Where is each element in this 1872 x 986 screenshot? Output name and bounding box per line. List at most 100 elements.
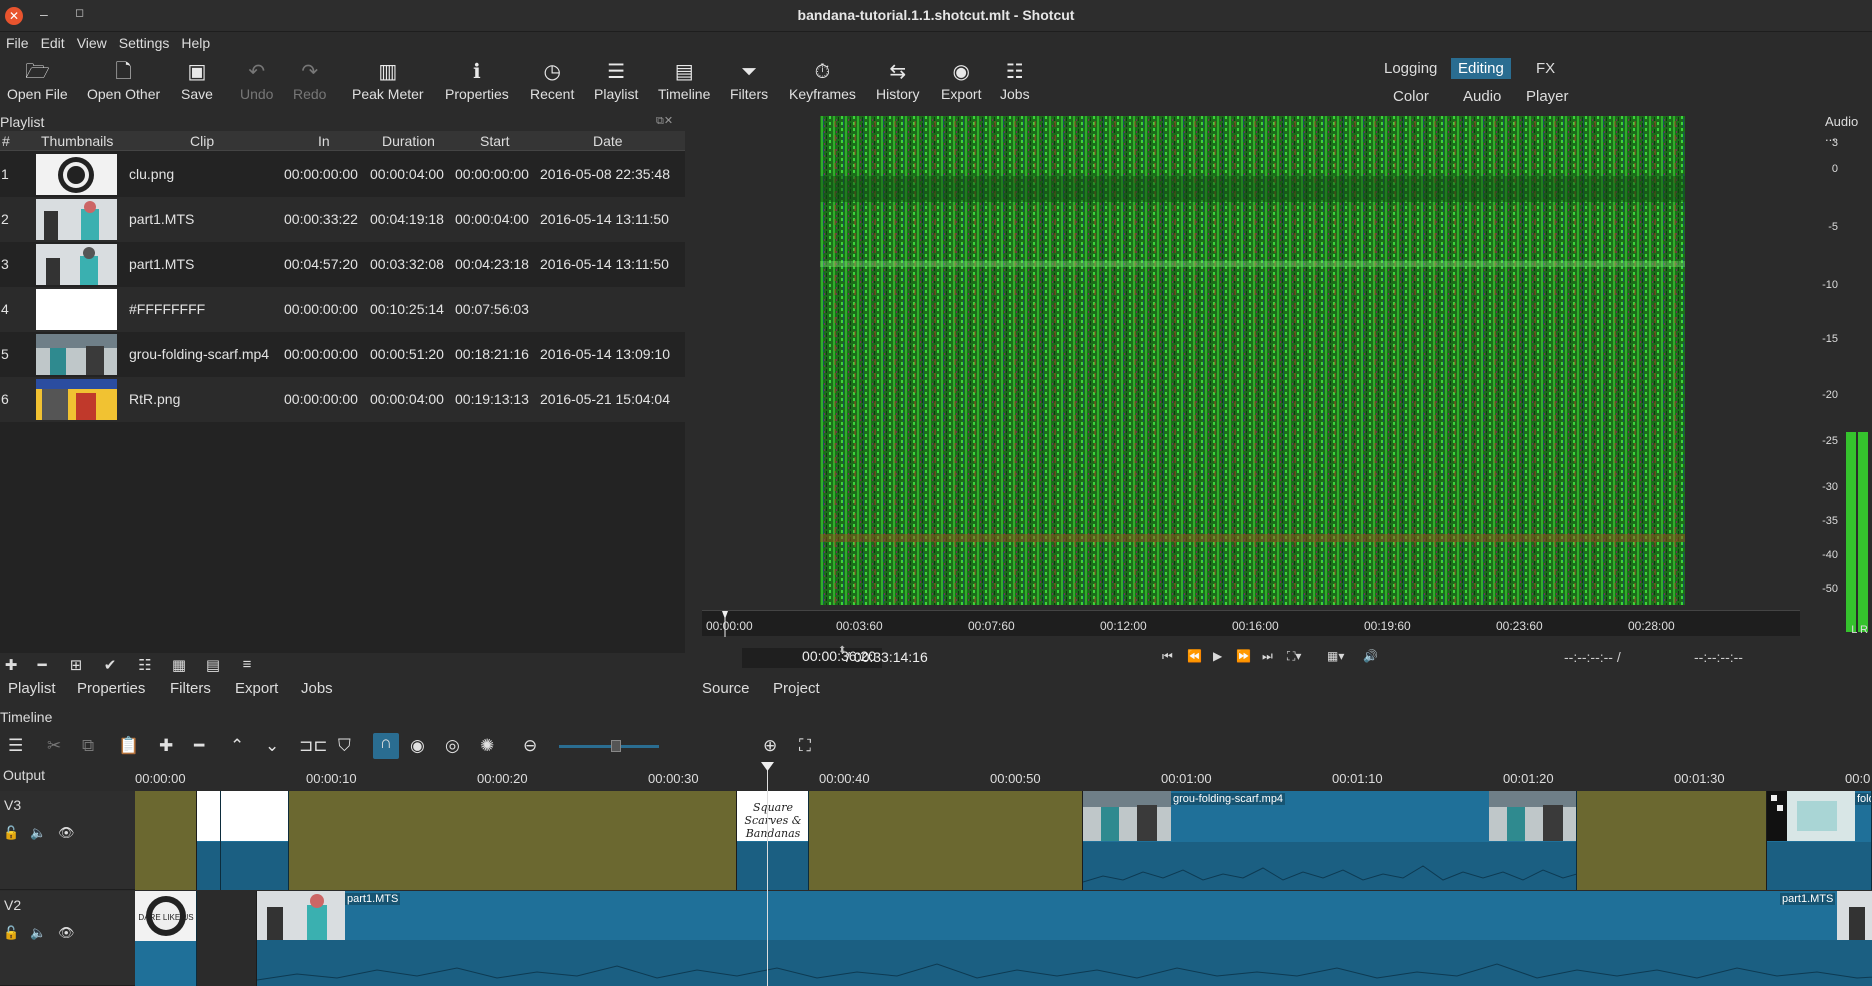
eye-icon[interactable]: 👁 (58, 825, 75, 841)
peak-meter-button[interactable]: ▥ Peak Meter (352, 60, 424, 102)
blank-region[interactable] (197, 891, 257, 986)
update-icon[interactable]: ⊞ (65, 656, 87, 676)
icons-view-icon[interactable]: ▤ (202, 656, 224, 676)
redo-button[interactable]: ↷ Redo (293, 60, 326, 102)
zoom-in-icon[interactable]: ⊕ (763, 736, 777, 756)
zoom-out-icon[interactable]: ⊖ (523, 736, 537, 756)
copy-icon[interactable]: ⧉ (82, 736, 94, 756)
col-in[interactable]: In (318, 133, 330, 149)
open-other-button[interactable]: 🗋 Open Other (87, 60, 160, 102)
playlist-row[interactable]: 4 #FFFFFFFF 00:00:00:00 00:10:25:14 00:0… (0, 287, 685, 332)
rewind-icon[interactable]: ⏪ (1187, 649, 1202, 663)
zoom-fit-icon[interactable]: ⛶▾ (1287, 649, 1301, 664)
scrub-eye-icon[interactable]: ◉ (410, 736, 425, 756)
layout-editing[interactable]: Editing (1451, 58, 1511, 79)
timeline-clip[interactable]: DARE LIKE US (135, 891, 197, 986)
snap-magnet-icon[interactable]: ∩ (373, 733, 399, 759)
grid-icon[interactable]: ▦▾ (1327, 649, 1344, 663)
play-icon[interactable]: ▶ (1213, 649, 1222, 663)
menu-help[interactable]: Help (175, 32, 216, 56)
blank-region[interactable] (289, 791, 737, 890)
playhead[interactable] (767, 763, 768, 986)
history-button[interactable]: ⇆ History (876, 60, 920, 102)
playlist-button[interactable]: ☰ Playlist (594, 60, 638, 102)
lock-icon[interactable]: 🔓 (3, 925, 19, 941)
timeline-clip[interactable]: Square Scarves & Bandanas (737, 791, 809, 890)
ripple-delete-icon[interactable]: ━ (194, 736, 204, 756)
undo-button[interactable]: ↶ Undo (240, 60, 273, 102)
menu-icon[interactable]: ≡ (236, 656, 258, 676)
playlist-row[interactable]: 1 clu.png 00:00:00:00 00:00:04:00 00:00:… (0, 152, 685, 197)
menu-edit[interactable]: Edit (35, 32, 71, 56)
details-view-icon[interactable]: ☷ (134, 656, 156, 676)
playlist-row[interactable]: 6 RtR.png 00:00:00:00 00:00:04:00 00:19:… (0, 377, 685, 422)
overwrite-icon[interactable]: ⌄ (265, 736, 279, 756)
layout-player[interactable]: Player (1526, 88, 1569, 105)
timeline-clip[interactable]: part1.MTS part1.MTS (257, 891, 1872, 986)
zoom-fit-timeline-icon[interactable]: ⛶ (799, 736, 811, 756)
blank-region[interactable] (809, 791, 1083, 890)
lift-icon[interactable]: ⌃ (230, 736, 244, 756)
mute-icon[interactable]: 🔈 (30, 925, 46, 941)
remove-icon[interactable]: ━ (31, 656, 53, 676)
save-button[interactable]: ▣ Save (181, 60, 213, 102)
tab-project[interactable]: Project (773, 680, 820, 697)
timeline-clip[interactable] (221, 791, 289, 890)
menu-view[interactable]: View (71, 32, 113, 56)
tab-jobs[interactable]: Jobs (301, 680, 333, 697)
timeline-button[interactable]: ▤ Timeline (658, 60, 710, 102)
layout-fx[interactable]: FX (1536, 60, 1555, 77)
lock-icon[interactable]: 🔓 (3, 825, 19, 841)
mute-icon[interactable]: 🔈 (30, 825, 46, 841)
keyframes-button[interactable]: ⏱ Keyframes (789, 60, 856, 102)
blank-region[interactable] (135, 791, 197, 890)
eye-icon[interactable]: 👁 (58, 925, 75, 941)
col-clip[interactable]: Clip (190, 133, 214, 149)
timeline-menu-icon[interactable]: ☰ (8, 736, 23, 756)
menu-settings[interactable]: Settings (113, 32, 176, 56)
tab-filters[interactable]: Filters (170, 680, 211, 697)
check-icon[interactable]: ✔ (99, 656, 121, 676)
filters-button[interactable]: ⏷ Filters (730, 60, 768, 102)
volume-icon[interactable]: 🔊 (1363, 649, 1378, 663)
track-lane-v2[interactable]: DARE LIKE US part1.MTS part1.MTS (135, 891, 1872, 986)
col-thumbnails[interactable]: Thumbnails (41, 133, 113, 149)
fast-forward-icon[interactable]: ⏩ (1236, 649, 1251, 663)
col-duration[interactable]: Duration (382, 133, 435, 149)
blank-region[interactable] (1577, 791, 1767, 890)
video-preview[interactable] (820, 116, 1685, 605)
track-head-v3[interactable]: V3 🔓 🔈 👁 (0, 791, 135, 890)
col-start[interactable]: Start (480, 133, 510, 149)
timeline-ruler[interactable]: 00:00:00 00:00:10 00:00:20 00:00:30 00:0… (135, 767, 1872, 791)
tab-playlist[interactable]: Playlist (8, 680, 56, 697)
recent-button[interactable]: ◷ Recent (530, 60, 574, 102)
track-head-v2[interactable]: V2 🔓 🔈 👁 (0, 891, 135, 986)
append-icon[interactable]: ✚ (159, 736, 173, 756)
panel-float-icon[interactable]: ⧉✕ (656, 114, 673, 128)
properties-button[interactable]: ℹ Properties (445, 60, 509, 102)
timeline-clip[interactable]: fold (1767, 791, 1872, 890)
playhead-marker-icon[interactable] (761, 762, 774, 772)
marker-icon[interactable]: ⛉ (338, 736, 351, 756)
zoom-slider-handle[interactable] (611, 740, 621, 752)
paste-icon[interactable]: 📋 (118, 736, 139, 756)
skip-end-icon[interactable]: ⏭ (1262, 649, 1273, 664)
playlist-row[interactable]: 5 grou-folding-scarf.mp4 00:00:00:00 00:… (0, 332, 685, 377)
ripple-all-icon[interactable]: ✺ (480, 736, 494, 756)
open-file-button[interactable]: 🗁 Open File (7, 60, 68, 102)
menu-file[interactable]: File (0, 32, 35, 56)
cut-icon[interactable]: ✂ (47, 736, 61, 756)
zoom-slider[interactable] (559, 745, 659, 748)
export-button[interactable]: ◉ Export (941, 60, 981, 102)
col-date[interactable]: Date (593, 133, 623, 149)
col-number[interactable]: # (2, 133, 10, 149)
tiles-view-icon[interactable]: ▦ (168, 656, 190, 676)
layout-logging[interactable]: Logging (1384, 60, 1437, 77)
tab-properties[interactable]: Properties (77, 680, 145, 697)
playlist-row[interactable]: 3 part1.MTS 00:04:57:20 00:03:32:08 00:0… (0, 242, 685, 287)
ripple-icon[interactable]: ◎ (445, 736, 460, 756)
timeline-clip[interactable] (197, 791, 221, 890)
timeline-clip[interactable]: grou-folding-scarf.mp4 (1083, 791, 1577, 890)
tab-export[interactable]: Export (235, 680, 278, 697)
split-icon[interactable]: ⊐⊏ (299, 736, 328, 756)
